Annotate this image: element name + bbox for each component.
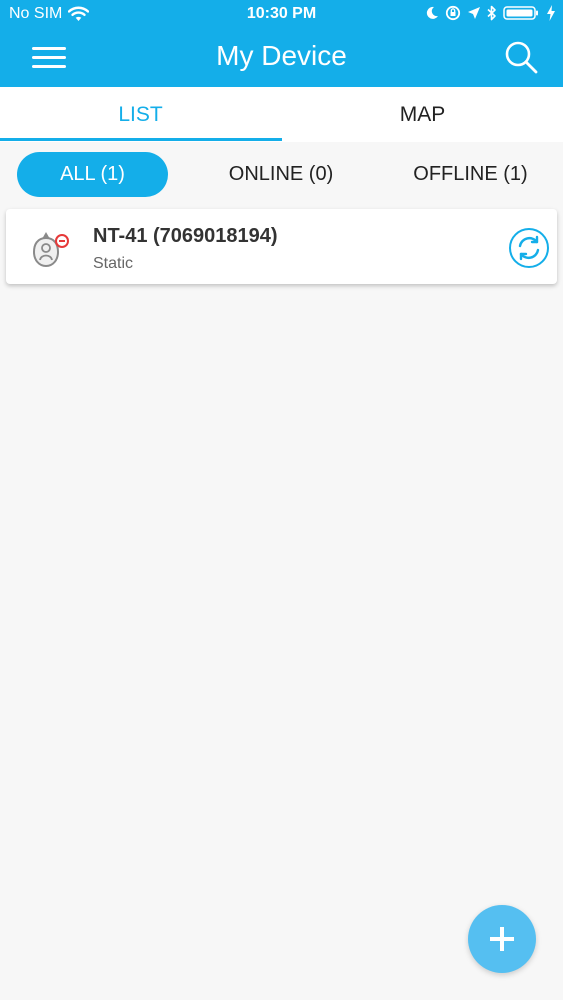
filter-offline[interactable]: OFFLINE (1) xyxy=(394,152,547,197)
battery-icon xyxy=(503,5,541,21)
refresh-icon xyxy=(508,227,550,269)
status-right xyxy=(425,5,555,21)
search-icon xyxy=(504,40,538,74)
active-tab-indicator xyxy=(0,138,282,141)
status-filters: ALL (1) ONLINE (0) OFFLINE (1) xyxy=(0,142,563,208)
charging-bolt-icon xyxy=(547,5,555,21)
refresh-button[interactable] xyxy=(508,227,550,269)
rotation-lock-icon xyxy=(445,5,461,21)
top-bar: No SIM 10:30 PM My Device xyxy=(0,0,563,87)
page-title: My Device xyxy=(216,40,347,71)
device-tracker-icon xyxy=(30,229,75,274)
filter-all[interactable]: ALL (1) xyxy=(17,152,168,197)
device-name: NT-41 (7069018194) xyxy=(93,225,278,247)
tab-map[interactable]: MAP xyxy=(282,87,563,142)
plus-icon-stroke xyxy=(500,927,504,951)
add-device-button[interactable] xyxy=(468,905,536,973)
bluetooth-icon xyxy=(487,5,497,21)
device-list-item[interactable]: NT-41 (7069018194) Static xyxy=(6,209,557,284)
device-status: Static xyxy=(93,255,134,272)
moon-icon xyxy=(425,6,439,20)
search-button[interactable] xyxy=(504,40,538,74)
location-arrow-icon xyxy=(467,6,481,20)
navbar: My Device xyxy=(0,30,563,87)
tab-list[interactable]: LIST xyxy=(0,87,281,142)
filter-online[interactable]: ONLINE (0) xyxy=(198,152,364,197)
status-bar: No SIM 10:30 PM xyxy=(0,0,563,30)
view-tabs: LIST MAP xyxy=(0,87,563,142)
